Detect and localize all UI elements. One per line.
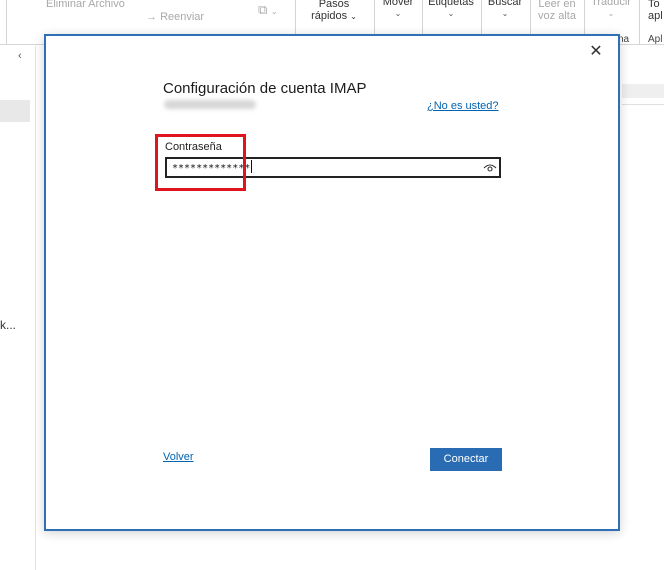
move-label: Mover [382,0,414,8]
apps-label-2: apl [648,10,663,22]
read-aloud-label-2: voz alta [538,10,576,22]
eye-icon[interactable] [483,161,497,174]
tags-label: Etiquetas [428,0,474,8]
chevron-down-icon: ⌄ [394,9,402,18]
highlight-box [155,134,246,191]
chevron-down-icon: ⌄ [447,9,455,18]
translate-label: Traducir [591,0,631,8]
folder-pane [0,46,36,570]
search-button[interactable]: Buscar ⌄ [486,0,524,18]
forward-button[interactable]: → Reenviar [146,11,204,23]
chevron-down-icon: ⌄ [607,9,615,18]
close-icon[interactable]: ✕ [586,42,606,62]
quick-steps-button[interactable]: Pasos rápidos ⌄ [307,0,361,22]
email-address-redacted [164,100,256,109]
chevron-down-icon: ⌄ [501,9,509,18]
back-link[interactable]: Volver [163,451,194,463]
not-you-link[interactable]: ¿No es usted? [427,100,499,112]
read-aloud-label: Leer en [538,0,576,10]
selected-folder-item[interactable] [0,100,30,122]
more-actions-icon[interactable]: ⧉ ⌄ [258,2,278,18]
search-label: Buscar [487,0,523,8]
delete-archive-button[interactable]: Eliminar Archivo [46,0,125,10]
read-aloud-button[interactable]: Leer en voz alta [536,0,578,22]
folder-item-truncated[interactable]: k... [0,318,16,332]
text-caret [251,160,253,173]
tags-button[interactable]: Etiquetas ⌄ [427,0,475,18]
translate-button[interactable]: Traducir ⌄ [589,0,633,18]
ribbon-separator [639,0,640,45]
dialog-title: Configuración de cuenta IMAP [163,80,367,97]
arrow-right-icon: → [146,11,157,23]
message-list-header [622,84,664,98]
connect-button[interactable]: Conectar [430,448,502,471]
chevron-left-icon[interactable]: ‹ [18,50,22,62]
quick-steps-label: Pasos [318,0,350,10]
imap-account-dialog: ✕ Configuración de cuenta IMAP ¿No es us… [44,34,620,531]
divider [622,104,664,105]
apps-button[interactable]: To apl [648,0,663,22]
forward-label: Reenviar [160,11,205,23]
ribbon-group-label: Apl [648,34,663,45]
quick-steps-label-2: rápidos ⌄ [311,10,357,22]
apps-label: To [648,0,660,10]
ribbon-separator [6,0,7,45]
move-button[interactable]: Mover ⌄ [380,0,416,18]
